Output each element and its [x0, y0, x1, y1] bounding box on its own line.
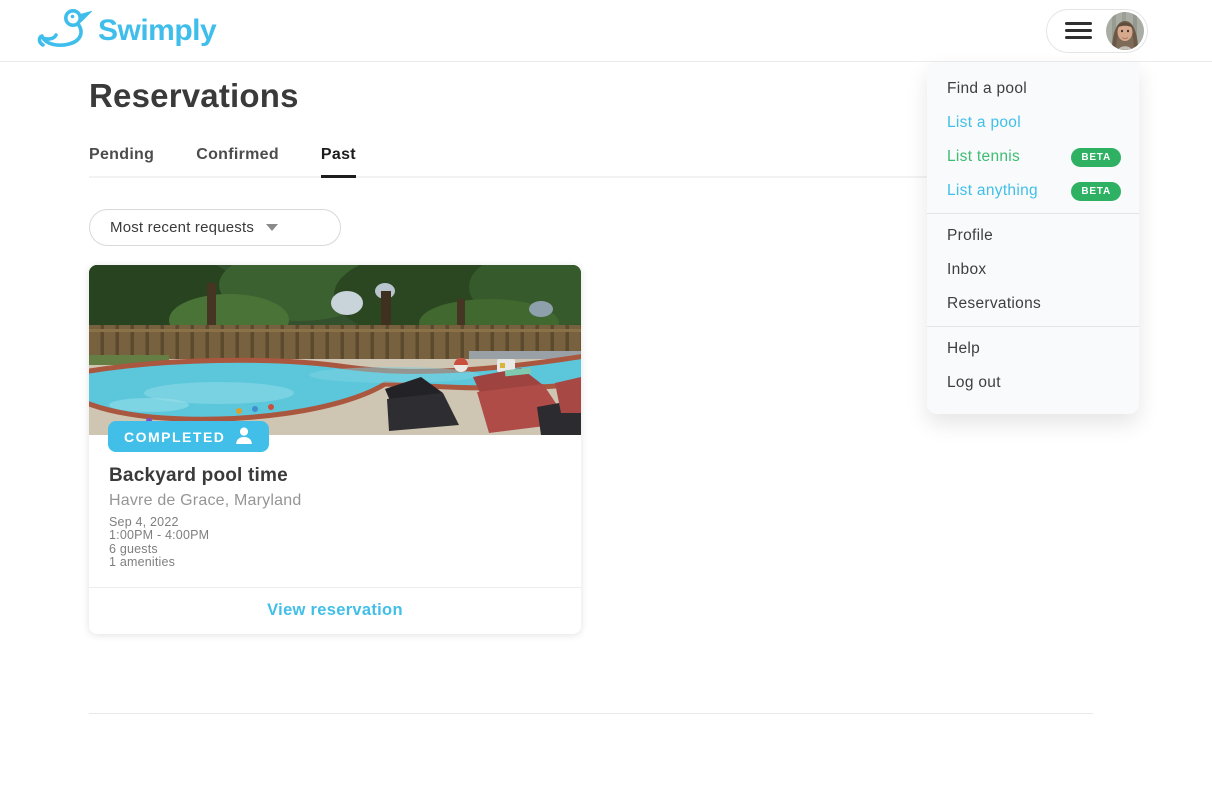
view-reservation-button[interactable]: View reservation — [89, 586, 581, 634]
tab-pending[interactable]: Pending — [89, 146, 154, 178]
status-badge: COMPLETED — [108, 421, 270, 452]
account-menu-button[interactable] — [1046, 8, 1148, 53]
menu-item-list-anything[interactable]: List anything BETA — [927, 174, 1139, 208]
status-label: COMPLETED — [124, 428, 226, 445]
reservation-card-body: Backyard pool time Havre de Grace, Maryl… — [89, 435, 581, 587]
hamburger-icon — [1065, 22, 1092, 39]
chevron-down-icon — [266, 224, 279, 231]
reservation-amenities: 1 amenities — [109, 555, 176, 570]
pool-photo — [89, 265, 581, 435]
tab-confirmed[interactable]: Confirmed — [196, 146, 279, 178]
menu-divider — [927, 213, 1139, 214]
brand-wordmark: Swimply — [98, 13, 217, 47]
menu-item-help[interactable]: Help — [927, 332, 1139, 366]
reservation-location: Havre de Grace, Maryland — [109, 492, 302, 509]
duck-logo-icon — [36, 5, 94, 56]
sort-dropdown-value: Most recent requests — [110, 219, 255, 236]
menu-item-list-a-pool[interactable]: List a pool — [927, 106, 1139, 140]
menu-divider — [927, 326, 1139, 327]
sort-dropdown[interactable]: Most recent requests — [89, 209, 341, 246]
account-dropdown-menu: Find a pool List a pool List tennis BETA… — [927, 62, 1139, 414]
reservation-card[interactable]: COMPLETED Backyard pool time Havre de Gr… — [89, 265, 581, 634]
menu-item-profile[interactable]: Profile — [927, 219, 1139, 253]
view-reservation-label: View reservation — [267, 601, 403, 620]
menu-section-listings: Find a pool List a pool List tennis BETA… — [927, 70, 1139, 210]
beta-badge: BETA — [1071, 181, 1121, 201]
menu-section-account: Profile Inbox Reservations — [927, 217, 1139, 323]
reservation-date: Sep 4, 2022 — [109, 515, 179, 529]
menu-item-find-a-pool[interactable]: Find a pool — [927, 72, 1139, 106]
beta-badge: BETA — [1071, 147, 1121, 167]
reservation-time: 1:00PM - 4:00PM — [109, 528, 210, 543]
menu-section-support: Help Log out — [927, 330, 1139, 402]
reservation-guests: 6 guests — [109, 541, 158, 556]
menu-item-reservations[interactable]: Reservations — [927, 287, 1139, 321]
person-icon — [235, 427, 253, 447]
content-divider — [89, 712, 1093, 714]
menu-item-inbox[interactable]: Inbox — [927, 253, 1139, 287]
reservation-title: Backyard pool time — [109, 465, 288, 486]
user-avatar — [1106, 11, 1144, 50]
app-header: Swimply — [0, 0, 1212, 62]
menu-item-list-tennis[interactable]: List tennis BETA — [927, 140, 1139, 174]
menu-item-log-out[interactable]: Log out — [927, 366, 1139, 400]
swimply-logo[interactable]: Swimply — [36, 5, 217, 56]
tab-past[interactable]: Past — [320, 146, 356, 178]
